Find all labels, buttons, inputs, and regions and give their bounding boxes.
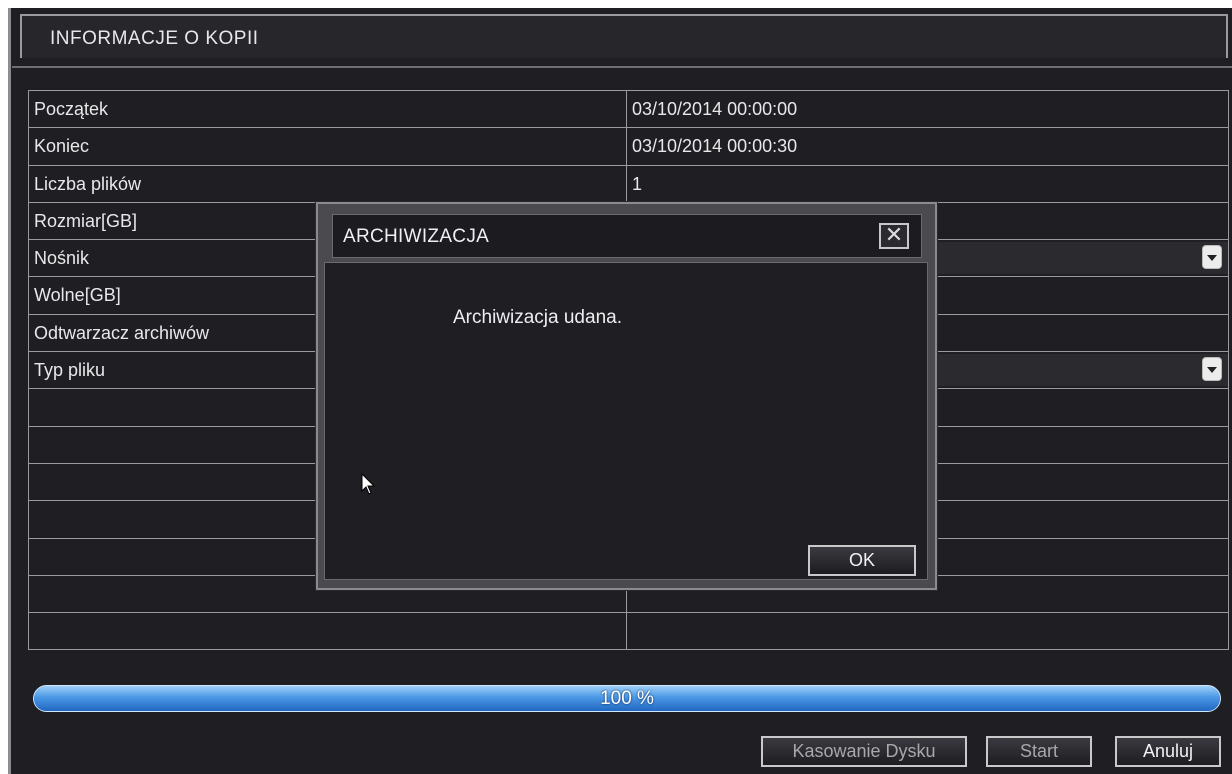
cancel-button[interactable]: Anuluj (1115, 736, 1221, 767)
row-label-file-count: Liczba plików (29, 165, 627, 202)
close-icon[interactable]: ✕ (879, 223, 909, 249)
archive-dialog: ARCHIWIZACJA ✕ Archiwizacja udana. OK (316, 202, 937, 590)
start-button[interactable]: Start (986, 736, 1092, 767)
mouse-cursor-icon (361, 473, 376, 495)
chevron-down-icon[interactable] (1202, 357, 1222, 382)
table-row (29, 613, 1229, 651)
progress-label: 100 % (600, 688, 654, 709)
title-divider (12, 66, 1232, 68)
table-row: Liczba plików 1 (29, 165, 1229, 203)
ok-button[interactable]: OK (808, 545, 916, 576)
row-value-file-count: 1 (627, 165, 1229, 202)
dialog-message: Archiwizacja udana. (453, 307, 622, 328)
window-title-bar: INFORMACJE O KOPII (20, 14, 1228, 58)
row-value-start: 03/10/2014 00:00:00 (627, 91, 1229, 128)
chevron-down-icon[interactable] (1202, 245, 1222, 270)
table-row: Początek 03/10/2014 00:00:00 (29, 91, 1229, 129)
row-label-end: Koniec (29, 128, 627, 165)
dialog-body: Archiwizacja udana. OK (324, 262, 928, 580)
erase-disk-button[interactable]: Kasowanie Dysku (761, 736, 967, 767)
dialog-title: ARCHIWIZACJA (343, 226, 490, 247)
table-row: Koniec 03/10/2014 00:00:30 (29, 128, 1229, 166)
backup-progress-bar: 100 % (33, 685, 1221, 712)
empty-cell (29, 613, 627, 650)
row-label-start: Początek (29, 91, 627, 128)
dialog-title-bar: ARCHIWIZACJA ✕ (332, 214, 922, 258)
window-title: INFORMACJE O KOPII (50, 28, 259, 49)
empty-cell (627, 613, 1229, 650)
row-value-end: 03/10/2014 00:00:30 (627, 128, 1229, 165)
